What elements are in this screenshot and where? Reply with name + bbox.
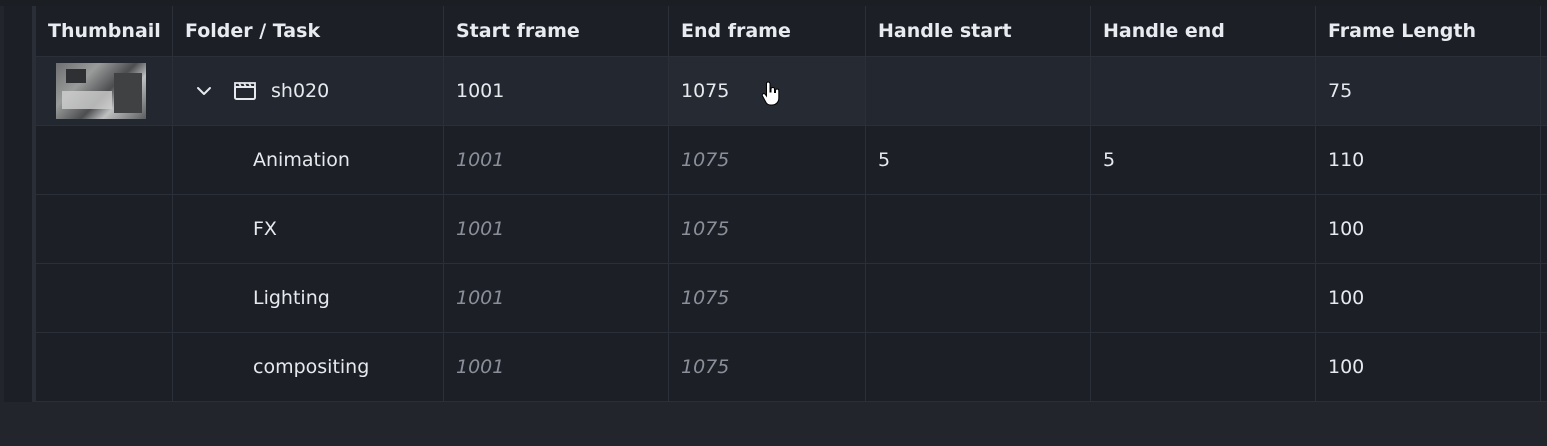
thumbnail-cell[interactable] <box>36 333 173 401</box>
table-row-task[interactable]: FX 1001 1075 100 <box>36 195 1547 264</box>
overflow-cell <box>1541 195 1547 263</box>
start-frame-cell[interactable]: 1001 <box>444 264 669 332</box>
handle-start-cell[interactable] <box>866 195 1091 263</box>
attributes-table: Thumbnail Folder / Task Start frame End … <box>4 6 1547 402</box>
folder-name: sh020 <box>271 80 330 102</box>
overflow-cell <box>1541 264 1547 332</box>
handle-start-cell[interactable] <box>866 333 1091 401</box>
end-frame-cell[interactable]: 1075 <box>669 333 866 401</box>
table-footer-area <box>4 402 1547 446</box>
table-row-task[interactable]: compositing 1001 1075 100 <box>36 333 1547 402</box>
header-frame-length[interactable]: Frame Length <box>1316 6 1541 56</box>
header-start-frame[interactable]: Start frame <box>444 6 669 56</box>
thumbnail-cell[interactable] <box>36 126 173 194</box>
frame-length-cell[interactable]: 100 <box>1316 195 1541 263</box>
frame-length-cell[interactable]: 100 <box>1316 333 1541 401</box>
start-frame-cell[interactable]: 1001 <box>444 195 669 263</box>
overflow-cell <box>1541 333 1547 401</box>
end-frame-cell[interactable]: 1075 <box>669 126 866 194</box>
task-name-cell[interactable]: compositing <box>173 333 444 401</box>
thumbnail-cell[interactable] <box>36 57 173 125</box>
handle-end-cell[interactable] <box>1091 57 1316 125</box>
handle-start-cell[interactable]: 5 <box>866 126 1091 194</box>
end-frame-cell[interactable]: 1075 <box>669 195 866 263</box>
table-row-task[interactable]: Animation 1001 1075 5 5 110 <box>36 126 1547 195</box>
frame-length-cell[interactable]: 100 <box>1316 264 1541 332</box>
clapperboard-icon <box>234 82 256 100</box>
start-frame-cell[interactable]: 1001 <box>444 126 669 194</box>
chevron-down-icon[interactable] <box>195 82 213 100</box>
task-name-cell[interactable]: Lighting <box>173 264 444 332</box>
header-folder-task[interactable]: Folder / Task <box>173 6 444 56</box>
task-name-cell[interactable]: FX <box>173 195 444 263</box>
header-handle-start[interactable]: Handle start <box>866 6 1091 56</box>
frame-length-cell[interactable]: 75 <box>1316 57 1541 125</box>
row-gutter[interactable] <box>4 6 36 402</box>
overflow-cell <box>1541 126 1547 194</box>
start-frame-cell[interactable]: 1001 <box>444 333 669 401</box>
handle-start-cell[interactable] <box>866 57 1091 125</box>
end-frame-cell[interactable]: 1075 <box>669 264 866 332</box>
start-frame-cell[interactable]: 1001 <box>444 57 669 125</box>
header-end-frame[interactable]: End frame <box>669 6 866 56</box>
folder-name-cell[interactable]: sh020 <box>173 57 444 125</box>
handle-end-cell[interactable] <box>1091 264 1316 332</box>
editor-window: Thumbnail Folder / Task Start frame End … <box>0 0 1547 446</box>
shot-thumbnail <box>56 63 146 119</box>
table-header: Thumbnail Folder / Task Start frame End … <box>36 6 1547 57</box>
header-overflow <box>1541 6 1547 56</box>
table-row-task[interactable]: Lighting 1001 1075 100 <box>36 264 1547 333</box>
header-handle-end[interactable]: Handle end <box>1091 6 1316 56</box>
handle-end-cell[interactable]: 5 <box>1091 126 1316 194</box>
handle-end-cell[interactable] <box>1091 333 1316 401</box>
thumbnail-cell[interactable] <box>36 195 173 263</box>
hand-cursor-icon <box>761 81 780 106</box>
thumbnail-cell[interactable] <box>36 264 173 332</box>
overflow-cell <box>1541 57 1547 125</box>
handle-end-cell[interactable] <box>1091 195 1316 263</box>
frame-length-cell[interactable]: 110 <box>1316 126 1541 194</box>
header-thumbnail[interactable]: Thumbnail <box>36 6 173 56</box>
task-name-cell[interactable]: Animation <box>173 126 444 194</box>
table-row-folder[interactable]: sh020 1001 1075 75 <box>36 57 1547 126</box>
handle-start-cell[interactable] <box>866 264 1091 332</box>
